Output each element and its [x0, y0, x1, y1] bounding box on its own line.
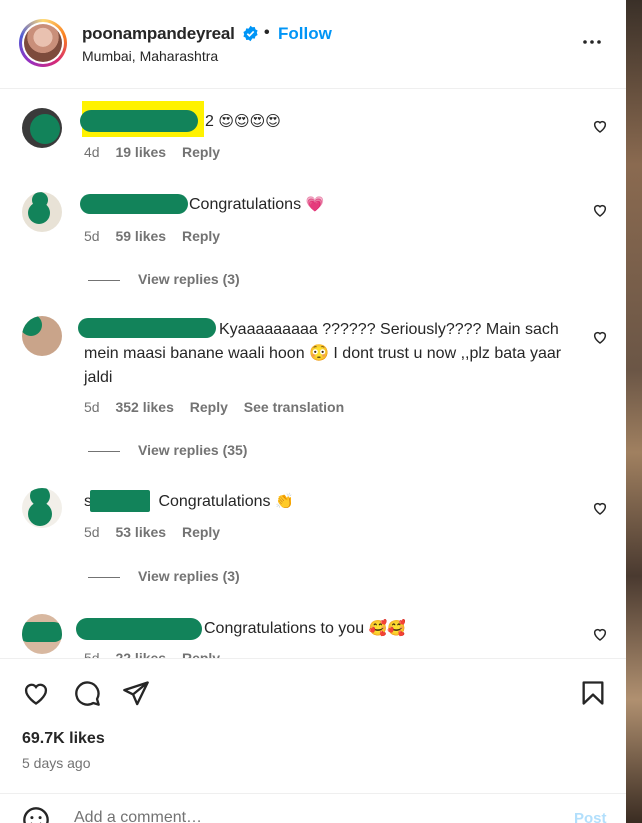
- bookmark-icon[interactable]: [579, 679, 607, 707]
- comment-text: 2 😍😍😍😍: [205, 109, 505, 134]
- background-photo-edge: [626, 0, 642, 823]
- follow-button[interactable]: Follow: [278, 24, 332, 44]
- commenter-avatar[interactable]: [22, 614, 62, 654]
- add-comment-row: Post: [0, 793, 626, 823]
- comment-text: Congratulations to you 🥰🥰: [204, 616, 504, 641]
- redacted-username: [80, 110, 198, 132]
- see-translation-button[interactable]: See translation: [244, 399, 344, 415]
- comment-heart-icon[interactable]: [592, 202, 608, 218]
- comment-bubble-icon[interactable]: [73, 679, 101, 707]
- comment-meta: 4d 19 likes Reply: [84, 144, 232, 160]
- paper-plane-icon[interactable]: [122, 679, 150, 707]
- heart-eyes-emoji: 😍😍😍😍: [218, 112, 281, 130]
- comment-likes[interactable]: 352 likes: [115, 399, 173, 415]
- post-likes-count[interactable]: 69.7K likes: [22, 730, 105, 748]
- comment-heart-icon[interactable]: [592, 626, 608, 642]
- comment-age[interactable]: 5d: [84, 524, 100, 540]
- verified-badge-icon: [243, 25, 258, 42]
- comment-text-content: Kyaaaaaaaaa ?????? Seriously???? Main sa…: [84, 321, 562, 386]
- comment-likes[interactable]: 19 likes: [115, 144, 166, 160]
- view-replies-label: View replies (3): [138, 271, 240, 287]
- comment-meta: 5d 352 likes Reply See translation: [84, 399, 356, 415]
- redacted-username: [80, 194, 188, 214]
- comment-meta: 5d 53 likes Reply: [84, 524, 232, 540]
- reply-button[interactable]: Reply: [182, 144, 220, 160]
- post-location[interactable]: Mumbai, Maharashtra: [82, 48, 218, 64]
- emoji-smile-icon[interactable]: [22, 806, 50, 823]
- comment-likes[interactable]: 59 likes: [115, 228, 166, 244]
- post-action-bar: 69.7K likes 5 days ago Post: [0, 658, 626, 823]
- view-replies-label: View replies (35): [138, 442, 248, 458]
- reply-button[interactable]: Reply: [182, 524, 220, 540]
- smiling-hearts-emoji: 🥰🥰: [368, 619, 406, 637]
- view-replies-button[interactable]: View replies (3): [88, 271, 240, 287]
- comment-text-content: Congratulations to you: [204, 620, 365, 637]
- commenter-avatar[interactable]: [22, 192, 62, 232]
- post-header: poonampandeyreal • Follow Mumbai, Mahara…: [0, 0, 626, 89]
- comment-text: Congratulations 💗: [189, 192, 489, 217]
- comment-text: Kyaaaaaaaaa ?????? Seriously???? Main sa…: [84, 318, 574, 390]
- comment-likes[interactable]: 53 likes: [115, 524, 166, 540]
- comment-age[interactable]: 4d: [84, 144, 100, 160]
- comment-text: s Congratulations 👏: [84, 489, 574, 514]
- replies-divider: [88, 450, 120, 452]
- comment-heart-icon[interactable]: [592, 118, 608, 134]
- view-replies-label: View replies (3): [138, 568, 240, 584]
- reply-button[interactable]: Reply: [182, 228, 220, 244]
- replies-divider: [88, 279, 120, 281]
- redacted-username: [90, 490, 150, 512]
- clapping-hands-emoji: 👏: [274, 492, 294, 510]
- post-comments-panel: poonampandeyreal • Follow Mumbai, Mahara…: [0, 0, 626, 823]
- post-comment-button[interactable]: Post: [574, 810, 607, 823]
- reply-button[interactable]: Reply: [190, 399, 228, 415]
- comment-text-visible: 2: [205, 113, 214, 130]
- commenter-avatar[interactable]: [22, 488, 62, 528]
- view-replies-button[interactable]: View replies (35): [88, 442, 247, 458]
- header-separator: •: [264, 24, 270, 41]
- add-comment-input[interactable]: [72, 808, 536, 823]
- comment-text-content: Congratulations: [189, 196, 302, 213]
- comment-meta: 5d 59 likes Reply: [84, 228, 232, 244]
- comment-heart-icon[interactable]: [592, 500, 608, 516]
- view-replies-button[interactable]: View replies (3): [88, 568, 240, 584]
- comment-heart-icon[interactable]: [592, 329, 608, 345]
- author-avatar[interactable]: [19, 19, 67, 67]
- post-date[interactable]: 5 days ago: [22, 755, 91, 771]
- more-options-icon[interactable]: [580, 30, 604, 54]
- author-username[interactable]: poonampandeyreal: [82, 24, 235, 44]
- heart-icon[interactable]: [22, 679, 50, 707]
- commenter-avatar[interactable]: [22, 108, 62, 148]
- comment-age[interactable]: 5d: [84, 399, 100, 415]
- replies-divider: [88, 576, 120, 578]
- commenter-avatar[interactable]: [22, 316, 62, 356]
- redacted-username: [76, 618, 202, 640]
- pink-heart-emoji: 💗: [305, 195, 325, 213]
- comment-age[interactable]: 5d: [84, 228, 100, 244]
- comment-text-content: Congratulations: [158, 493, 271, 510]
